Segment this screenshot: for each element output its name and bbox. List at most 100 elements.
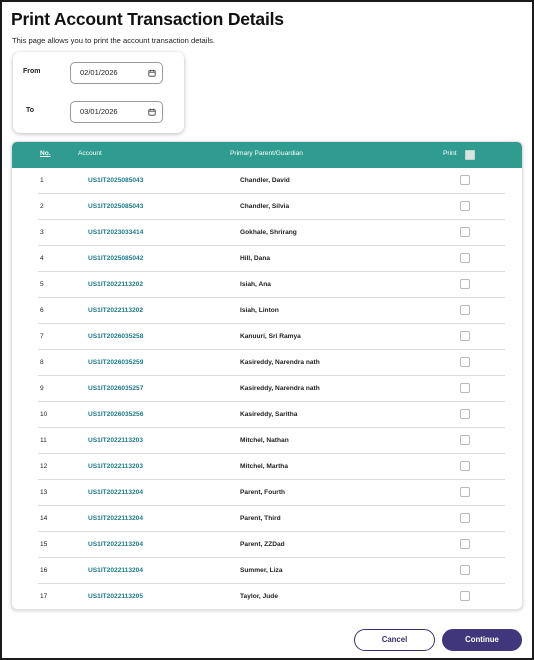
print-checkbox[interactable] — [460, 591, 470, 601]
account-link[interactable]: US1IT2022113204 — [88, 541, 143, 548]
row-number: 8 — [40, 359, 44, 366]
table-row: 6 US1IT2022113202 Isiah, Linton — [38, 298, 505, 324]
account-link[interactable]: US1IT2026035258 — [88, 333, 143, 340]
print-checkbox[interactable] — [460, 461, 470, 471]
page-subtitle: This page allows you to print the accoun… — [12, 36, 216, 45]
print-checkbox[interactable] — [460, 409, 470, 419]
account-link[interactable]: US1IT2025085042 — [88, 255, 143, 262]
guardian-name: Isiah, Ana — [240, 281, 271, 288]
to-label: To — [26, 107, 35, 114]
guardian-name: Kanuuri, Sri Ramya — [240, 333, 301, 340]
table-row: 8 US1IT2026035259 Kasireddy, Narendra nath — [38, 350, 505, 376]
guardian-name: Parent, Third — [240, 515, 281, 522]
row-number: 14 — [40, 515, 48, 522]
guardian-name: Mitchel, Nathan — [240, 437, 289, 444]
select-all-checkbox[interactable] — [465, 150, 475, 160]
table-row: 4 US1IT2025085042 Hill, Dana — [38, 246, 505, 272]
from-label: From — [23, 68, 41, 75]
guardian-name: Chandler, David — [240, 177, 290, 184]
print-checkbox[interactable] — [460, 435, 470, 445]
print-checkbox[interactable] — [460, 175, 470, 185]
table-row: 15 US1IT2022113204 Parent, ZZDad — [38, 532, 505, 558]
row-number: 2 — [40, 203, 44, 210]
row-number: 15 — [40, 541, 48, 548]
account-link[interactable]: US1IT2026035257 — [88, 385, 143, 392]
print-checkbox[interactable] — [460, 565, 470, 575]
guardian-name: Taylor, Jude — [240, 593, 278, 600]
account-link[interactable]: US1IT2022113203 — [88, 437, 143, 444]
table-row: 11 US1IT2022113203 Mitchel, Nathan — [38, 428, 505, 454]
row-number: 10 — [40, 411, 48, 418]
row-number: 13 — [40, 489, 48, 496]
guardian-name: Chandler, Silvia — [240, 203, 290, 210]
table-row: 7 US1IT2026035258 Kanuuri, Sri Ramya — [38, 324, 505, 350]
guardian-name: Mitchel, Martha — [240, 463, 288, 470]
table-row: 2 US1IT2025085043 Chandler, Silvia — [38, 194, 505, 220]
print-checkbox[interactable] — [460, 383, 470, 393]
row-number: 11 — [40, 437, 47, 444]
account-link[interactable]: US1IT2026035256 — [88, 411, 143, 418]
row-number: 9 — [40, 385, 44, 392]
print-checkbox[interactable] — [460, 279, 470, 289]
from-date-value: 02/01/2026 — [80, 68, 118, 77]
to-date-field[interactable]: 03/01/2026 — [70, 101, 163, 123]
row-number: 7 — [40, 333, 44, 340]
account-link[interactable]: US1IT2026035259 — [88, 359, 143, 366]
guardian-name: Summer, Liza — [240, 567, 283, 574]
cancel-button[interactable]: Cancel — [354, 629, 435, 651]
continue-button[interactable]: Continue — [442, 629, 522, 651]
table-row: 13 US1IT2022113204 Parent, Fourth — [38, 480, 505, 506]
account-link[interactable]: US1IT2022113203 — [88, 463, 143, 470]
guardian-name: Kasireddy, Narendra nath — [240, 385, 320, 392]
print-checkbox[interactable] — [460, 201, 470, 211]
account-link[interactable]: US1IT2023033414 — [88, 229, 143, 236]
from-date-field[interactable]: 02/01/2026 — [70, 62, 163, 84]
guardian-name: Hill, Dana — [240, 255, 271, 262]
table-header: No. Account Primary Parent/Guardian Prin… — [12, 142, 522, 168]
to-date-value: 03/01/2026 — [80, 107, 118, 116]
print-checkbox[interactable] — [460, 331, 470, 341]
calendar-icon[interactable] — [148, 69, 156, 77]
row-number: 6 — [40, 307, 44, 314]
guardian-name: Gokhale, Shrirang — [240, 229, 297, 236]
table-row: 12 US1IT2022113203 Mitchel, Martha — [38, 454, 505, 480]
account-link[interactable]: US1IT2022113202 — [88, 281, 143, 288]
account-link[interactable]: US1IT2022113205 — [88, 593, 143, 600]
accounts-table: No. Account Primary Parent/Guardian Prin… — [11, 141, 523, 610]
calendar-icon[interactable] — [148, 108, 156, 116]
table-row: 17 US1IT2022113205 Taylor, Jude — [38, 584, 505, 610]
row-number: 4 — [40, 255, 44, 262]
header-guardian: Primary Parent/Guardian — [230, 150, 303, 157]
account-link[interactable]: US1IT2022113202 — [88, 307, 143, 314]
account-link[interactable]: US1IT2025085043 — [88, 203, 143, 210]
account-link[interactable]: US1IT2022113204 — [88, 567, 143, 574]
header-no[interactable]: No. — [40, 150, 51, 157]
row-number: 1 — [40, 177, 44, 184]
row-number: 12 — [40, 463, 48, 470]
guardian-name: Kasireddy, Saritha — [240, 411, 298, 418]
header-account: Account — [78, 150, 102, 157]
account-link[interactable]: US1IT2022113204 — [88, 515, 143, 522]
print-checkbox[interactable] — [460, 513, 470, 523]
date-range-card: From 02/01/2026 To 03/01/2026 — [13, 52, 184, 133]
account-link[interactable]: US1IT2022113204 — [88, 489, 143, 496]
row-number: 17 — [40, 593, 48, 600]
table-row: 10 US1IT2026035256 Kasireddy, Saritha — [38, 402, 505, 428]
guardian-name: Kasireddy, Narendra nath — [240, 359, 320, 366]
guardian-name: Parent, ZZDad — [240, 541, 285, 548]
table-row: 16 US1IT2022113204 Summer, Liza — [38, 558, 505, 584]
row-number: 16 — [40, 567, 48, 574]
account-link[interactable]: US1IT2025085043 — [88, 177, 143, 184]
guardian-name: Isiah, Linton — [240, 307, 279, 314]
print-checkbox[interactable] — [460, 253, 470, 263]
guardian-name: Parent, Fourth — [240, 489, 286, 496]
print-checkbox[interactable] — [460, 487, 470, 497]
row-number: 3 — [40, 229, 44, 236]
print-checkbox[interactable] — [460, 357, 470, 367]
table-row: 9 US1IT2026035257 Kasireddy, Narendra nath — [38, 376, 505, 402]
print-checkbox[interactable] — [460, 227, 470, 237]
print-checkbox[interactable] — [460, 305, 470, 315]
print-checkbox[interactable] — [460, 539, 470, 549]
table-row: 5 US1IT2022113202 Isiah, Ana — [38, 272, 505, 298]
page-frame: Print Account Transaction Details This p… — [0, 0, 534, 660]
